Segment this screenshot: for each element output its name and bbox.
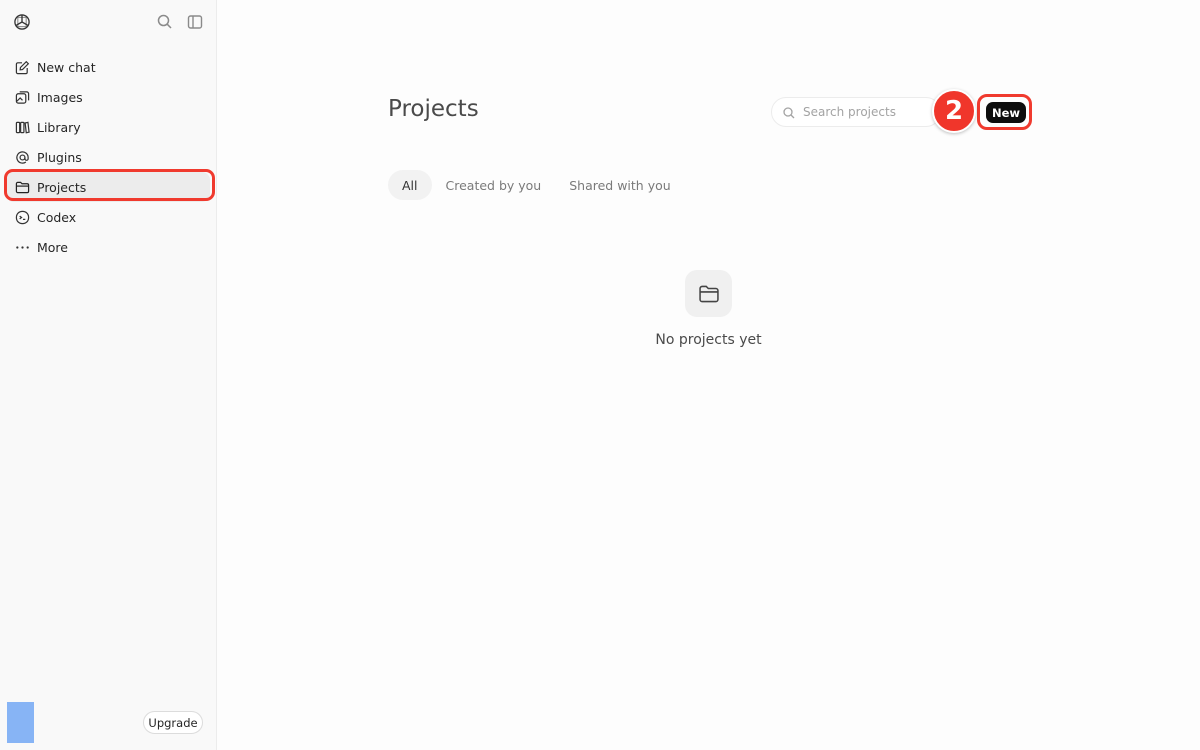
search-projects-field[interactable]: [771, 97, 941, 127]
sidebar-item-label: Images: [37, 89, 83, 105]
empty-state-text: No projects yet: [655, 332, 762, 348]
highlight-new-annotation: New: [977, 94, 1032, 130]
search-icon[interactable]: [156, 13, 174, 31]
sidebar-item-projects[interactable]: Projects: [6, 172, 210, 202]
sidebar-item-label: Library: [37, 119, 81, 135]
compose-icon: [14, 59, 30, 75]
sidebar: New chat Images Library Plugins Projects…: [0, 0, 217, 750]
search-projects-input[interactable]: [803, 105, 923, 119]
sidebar-item-label: Projects: [37, 179, 87, 195]
openai-logo-icon[interactable]: [12, 12, 32, 32]
codex-icon: [14, 209, 30, 225]
project-tabs: All Created by you Shared with you: [388, 170, 685, 200]
sidebar-toggle-icon[interactable]: [186, 13, 204, 31]
step-badge-2: 2: [932, 89, 976, 133]
sidebar-item-label: More: [37, 239, 68, 255]
sidebar-item-codex[interactable]: Codex: [6, 202, 210, 232]
at-sign-icon: [14, 149, 30, 165]
sidebar-item-label: Plugins: [37, 149, 82, 165]
folder-icon: [685, 270, 732, 317]
images-icon: [14, 89, 30, 105]
sidebar-nav: New chat Images Library Plugins Projects…: [6, 52, 210, 262]
page-title: Projects: [388, 96, 479, 122]
sidebar-item-new-chat[interactable]: New chat: [6, 52, 210, 82]
sidebar-item-more[interactable]: More: [6, 232, 210, 262]
avatar[interactable]: [7, 702, 34, 743]
upgrade-button[interactable]: Upgrade: [143, 711, 203, 734]
search-icon: [782, 105, 796, 119]
sidebar-item-label: New chat: [37, 59, 96, 75]
main-content: Projects New All Created by you Shared w…: [217, 0, 1200, 750]
empty-state: No projects yet: [617, 270, 800, 348]
sidebar-item-plugins[interactable]: Plugins: [6, 142, 210, 172]
folder-icon: [14, 179, 30, 195]
library-icon: [14, 119, 30, 135]
more-dots-icon: [14, 239, 30, 255]
new-project-button[interactable]: New: [986, 102, 1026, 123]
sidebar-item-library[interactable]: Library: [6, 112, 210, 142]
app-window: New chat Images Library Plugins Projects…: [0, 0, 1200, 750]
tab-all[interactable]: All: [388, 170, 432, 200]
sidebar-header: [0, 0, 216, 44]
sidebar-item-label: Codex: [37, 209, 77, 225]
tab-shared-with-you[interactable]: Shared with you: [555, 170, 684, 200]
tab-created-by-you[interactable]: Created by you: [432, 170, 556, 200]
sidebar-item-images[interactable]: Images: [6, 82, 210, 112]
